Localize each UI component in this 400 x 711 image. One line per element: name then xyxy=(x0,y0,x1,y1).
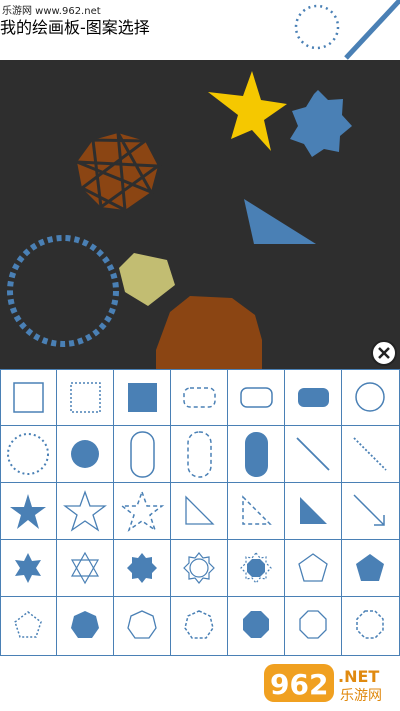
star8-filled-icon xyxy=(127,553,157,583)
palette-cell-capsule-outline[interactable] xyxy=(114,426,171,483)
octagon-filled-icon xyxy=(243,611,269,638)
canvas-dotted-circle[interactable] xyxy=(7,235,119,347)
palette-cell-octagon-outline[interactable] xyxy=(285,597,342,656)
palette-cell-capsule-dashed[interactable] xyxy=(171,426,228,483)
palette-cell-circle-dotted[interactable] xyxy=(0,426,57,483)
triangle-filled-icon xyxy=(300,497,327,524)
palette-cell-star6-filled[interactable] xyxy=(0,540,57,597)
palette-cell-star-filled[interactable] xyxy=(0,483,57,540)
palette-cell-square-dotted[interactable] xyxy=(57,369,114,426)
palette-cell-capsule-filled[interactable] xyxy=(228,426,285,483)
close-icon[interactable] xyxy=(370,339,398,367)
pentagon-filled-icon xyxy=(356,554,384,581)
canvas-octagon-brown[interactable] xyxy=(156,296,262,369)
logo-text: 962 xyxy=(270,668,328,701)
palette-cell-star-outline[interactable] xyxy=(57,483,114,540)
octagon-dashed-icon xyxy=(356,610,384,639)
title-bar: 乐游网 www.962.net 我的绘画板-图案选择 xyxy=(0,0,400,60)
palette-cell-star8-filled[interactable] xyxy=(114,540,171,597)
star-filled-icon xyxy=(10,494,46,529)
triangle-dashed-icon xyxy=(242,495,272,525)
star-dashed-icon xyxy=(119,489,165,532)
capsule-dashed-icon xyxy=(187,431,212,478)
palette-cell-pentagon-dotted[interactable] xyxy=(0,597,57,656)
palette-cell-star6-outline[interactable] xyxy=(57,540,114,597)
canvas-star-blue[interactable] xyxy=(290,90,352,157)
palette-cell-octagon-star[interactable] xyxy=(228,540,285,597)
star-outline-icon xyxy=(63,490,107,532)
palette-cell-pentagon-filled[interactable] xyxy=(342,540,400,597)
star6-outline-icon xyxy=(70,551,100,585)
page-title: 我的绘画板-图案选择 xyxy=(0,18,150,37)
circle-outline-icon xyxy=(355,382,385,412)
drawing-canvas[interactable] xyxy=(0,60,400,369)
heptagon-filled-icon xyxy=(71,611,99,638)
heptagon-outline-icon xyxy=(127,610,157,639)
logo-suffix: .NET xyxy=(338,667,379,686)
shape-palette xyxy=(0,369,400,656)
palette-cell-circle-filled[interactable] xyxy=(57,426,114,483)
star8-outline-icon xyxy=(183,552,215,584)
octagon-star-icon xyxy=(240,552,272,584)
pentagon-outline-icon xyxy=(298,553,328,582)
palette-cell-triangle-filled[interactable] xyxy=(285,483,342,540)
octagon-outline-icon xyxy=(299,610,327,639)
palette-cell-square-filled[interactable] xyxy=(114,369,171,426)
palette-cell-triangle-outline[interactable] xyxy=(171,483,228,540)
canvas-triangle-blue[interactable] xyxy=(244,199,316,244)
line-dotted-icon xyxy=(353,437,387,471)
canvas-pentagon-khaki[interactable] xyxy=(119,253,175,306)
palette-cell-heptagon-outline[interactable] xyxy=(114,597,171,656)
square-filled-icon xyxy=(128,383,157,412)
palette-cell-line-dotted[interactable] xyxy=(342,426,400,483)
pentagon-dotted-icon xyxy=(14,611,42,638)
triangle-outline-icon xyxy=(185,495,215,525)
site-logo: 962 .NET 乐游网 xyxy=(264,664,382,704)
circle-filled-icon xyxy=(71,440,99,468)
palette-cell-star8-outline[interactable] xyxy=(171,540,228,597)
palette-cell-octagon-filled[interactable] xyxy=(228,597,285,656)
palette-cell-arrow[interactable] xyxy=(342,483,400,540)
arrow-icon xyxy=(353,494,385,526)
palette-cell-octagon-dashed[interactable] xyxy=(342,597,400,656)
decorative-shapes xyxy=(294,0,400,60)
canvas-star-yellow[interactable] xyxy=(208,71,287,151)
rounded-rect-outline-icon xyxy=(240,387,273,408)
star6-filled-icon xyxy=(15,553,41,583)
diagonal-line-icon xyxy=(344,0,400,60)
rounded-rect-dashed-icon xyxy=(183,387,216,408)
square-dotted-icon xyxy=(70,382,101,413)
dotted-circle-icon xyxy=(294,4,340,50)
palette-cell-line-solid[interactable] xyxy=(285,426,342,483)
square-outline-icon xyxy=(13,382,44,413)
palette-cell-rounded-filled[interactable] xyxy=(285,369,342,426)
palette-cell-square-outline[interactable] xyxy=(0,369,57,426)
line-solid-icon xyxy=(296,437,330,471)
palette-cell-circle-outline[interactable] xyxy=(342,369,400,426)
palette-cell-heptagon-filled[interactable] xyxy=(57,597,114,656)
palette-cell-rounded-outline[interactable] xyxy=(228,369,285,426)
palette-cell-star-dashed[interactable] xyxy=(114,483,171,540)
palette-cell-heptagon-dashed[interactable] xyxy=(171,597,228,656)
palette-cell-pentagon-outline[interactable] xyxy=(285,540,342,597)
palette-cell-triangle-dashed[interactable] xyxy=(228,483,285,540)
heptagon-dashed-icon xyxy=(184,610,214,639)
capsule-outline-icon xyxy=(130,431,155,478)
palette-cell-rounded-dashed[interactable] xyxy=(171,369,228,426)
logo-subtitle: 乐游网 xyxy=(340,688,382,704)
capsule-filled-icon xyxy=(245,432,268,477)
canvas-heptagon-star[interactable] xyxy=(76,132,163,213)
circle-dotted-icon xyxy=(7,433,49,475)
rounded-rect-filled-icon xyxy=(298,388,329,407)
